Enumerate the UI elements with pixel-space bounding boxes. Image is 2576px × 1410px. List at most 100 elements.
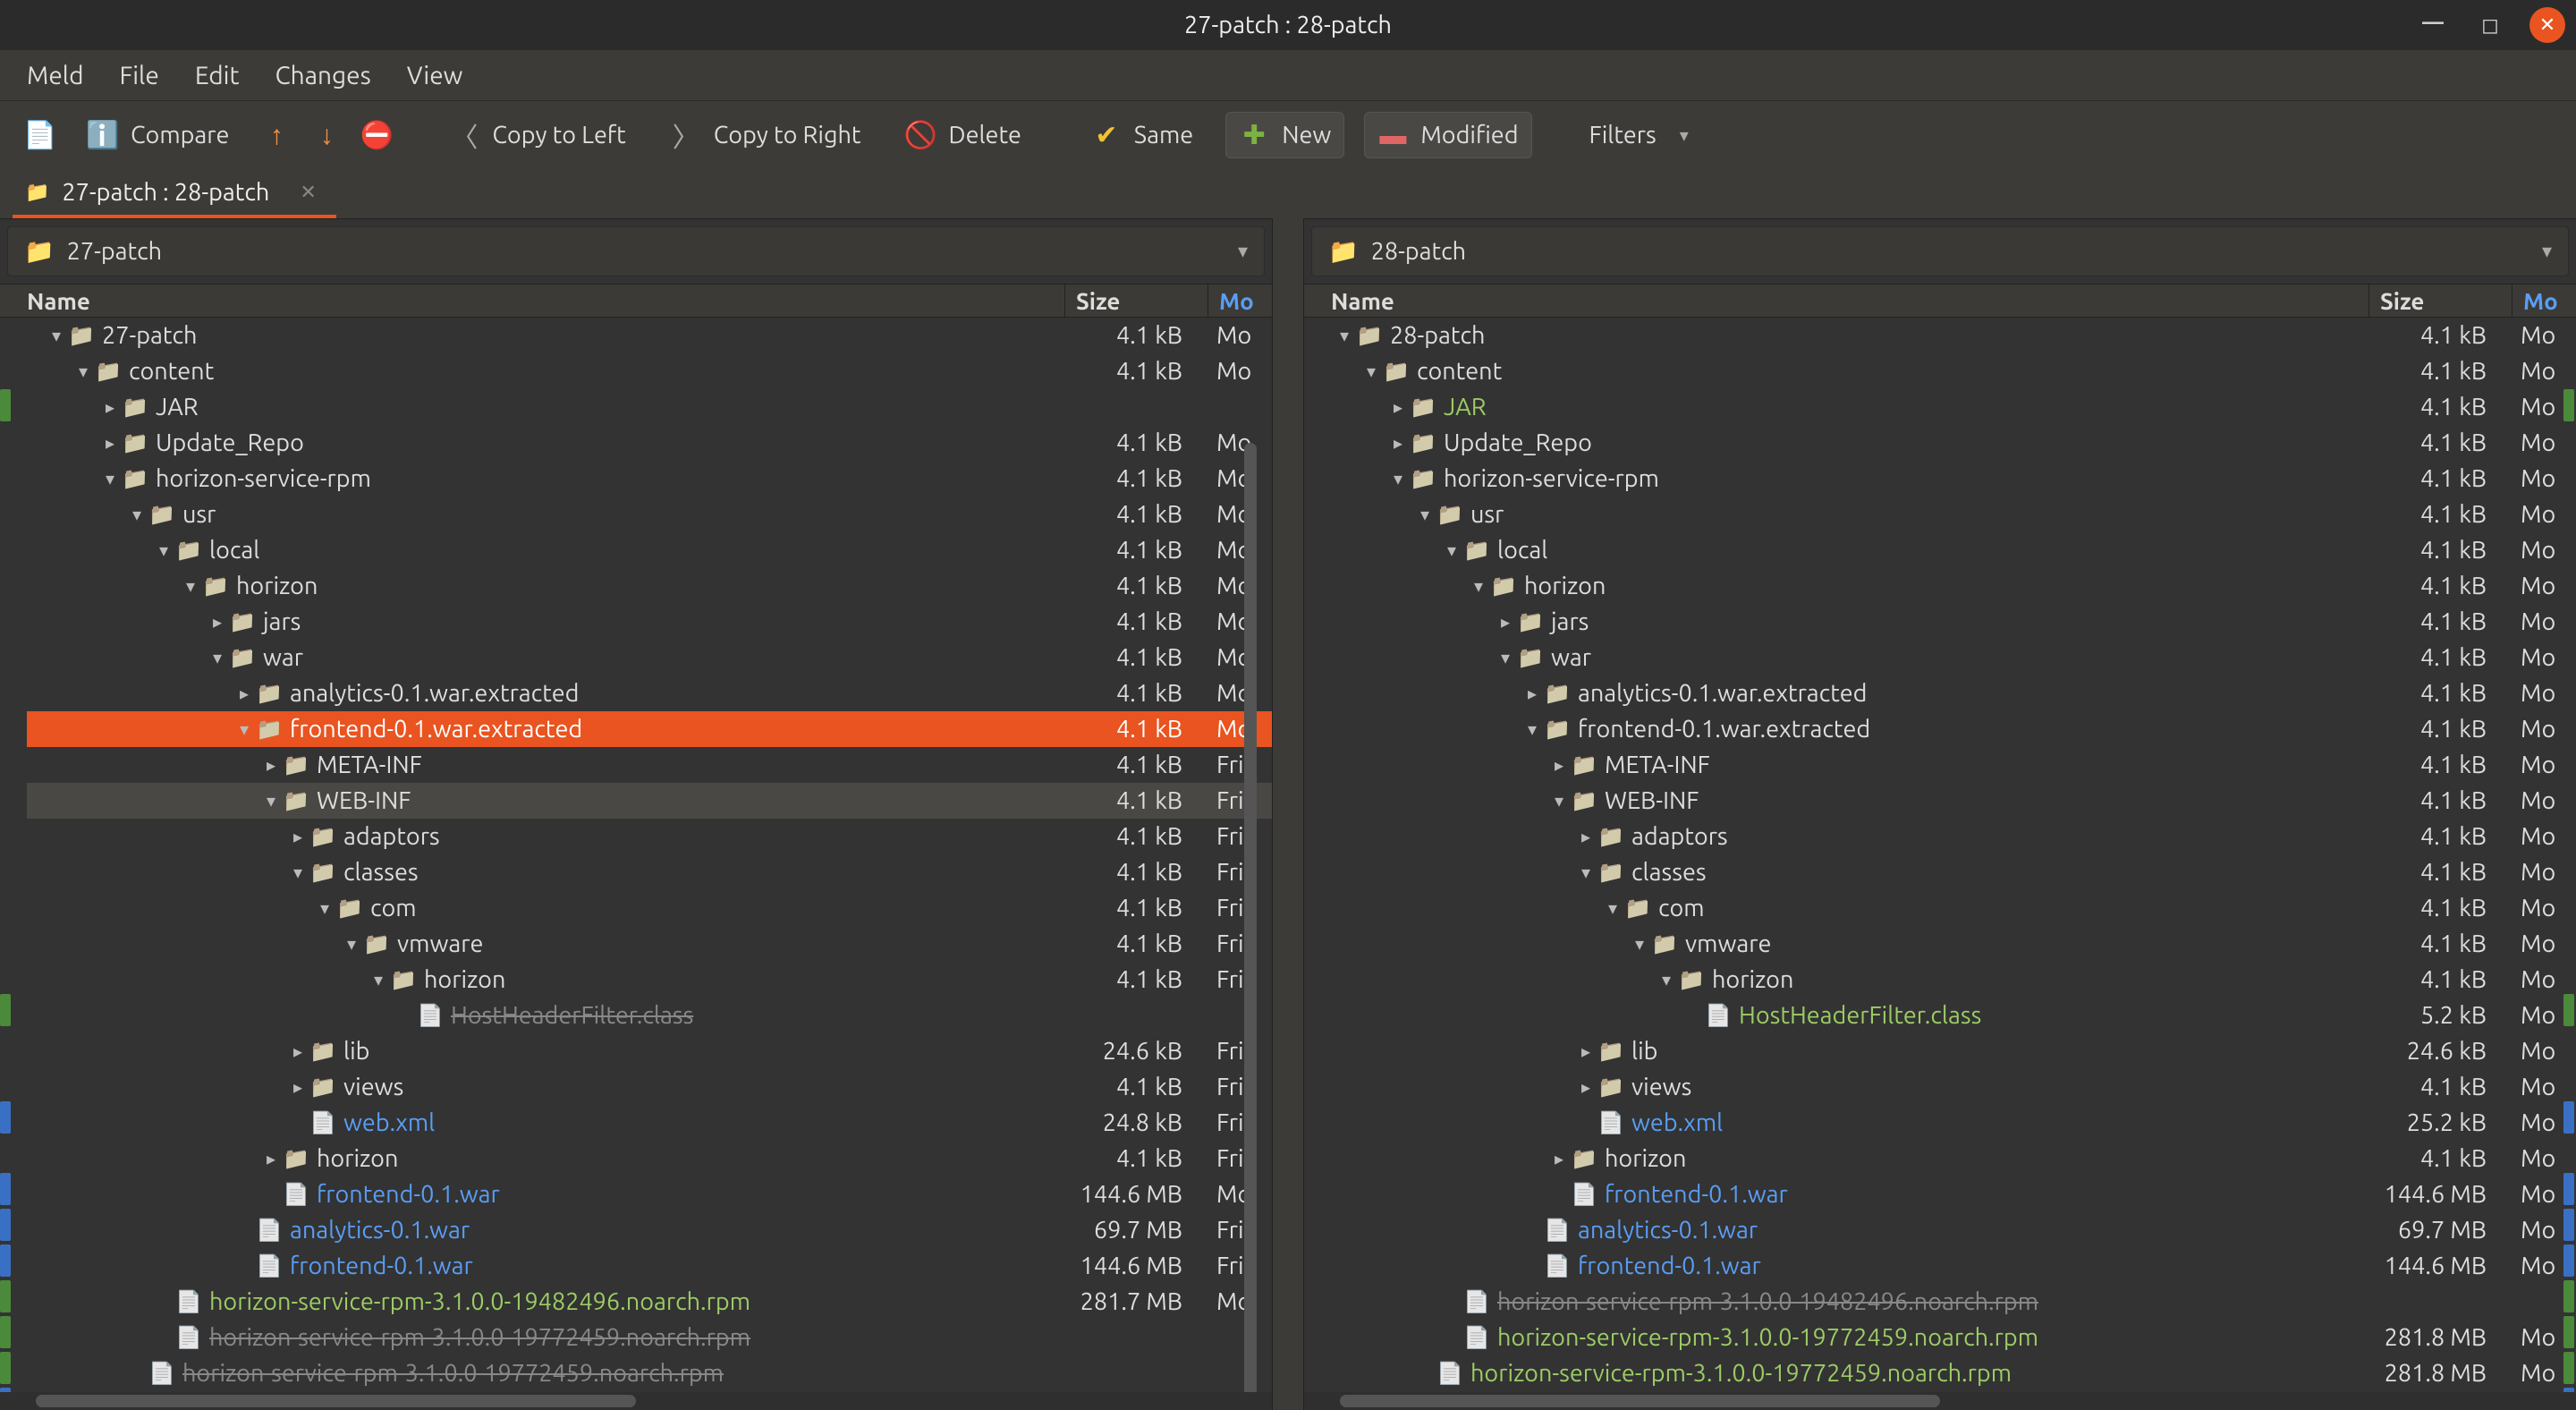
tree-file-row[interactable]: horizon-service-rpm-3.1.0.0-19772459.noa… [1315, 1355, 2576, 1391]
tree-folder-row[interactable]: ▾horizon4.1 kBMo [1315, 962, 2576, 998]
col-name[interactable]: Name [0, 285, 1064, 317]
expand-closed-icon[interactable]: ▸ [259, 747, 283, 783]
tree-folder-row[interactable]: ▾local4.1 kBMo [1315, 532, 2576, 568]
tree-file-row[interactable]: horizon-service-rpm-3.1.0.0-19772459.noa… [27, 1320, 1272, 1355]
tree-file-row[interactable]: frontend-0.1.war144.6 MBFri [27, 1248, 1272, 1284]
right-tree[interactable]: ▾28-patch4.1 kBMo▾content4.1 kBMo▸JAR4.1… [1304, 318, 2576, 1410]
expand-open-icon[interactable]: ▾ [125, 497, 148, 532]
copy-right-button[interactable]: 〉 Copy to Right [658, 113, 874, 157]
tree-file-row[interactable]: frontend-0.1.war144.6 MBMo [1315, 1176, 2576, 1212]
expand-open-icon[interactable]: ▾ [1547, 783, 1571, 819]
tree-folder-row[interactable]: ▾WEB-INF4.1 kBMo [1315, 783, 2576, 819]
menu-meld[interactable]: Meld [13, 56, 98, 95]
expand-closed-icon[interactable]: ▸ [259, 1141, 283, 1176]
tree-file-row[interactable]: analytics-0.1.war69.7 MBMo [1315, 1212, 2576, 1248]
expand-open-icon[interactable]: ▾ [1440, 532, 1463, 568]
tree-file-row[interactable]: analytics-0.1.war69.7 MBFri [27, 1212, 1272, 1248]
tree-file-row[interactable]: web.xml25.2 kBMo [1315, 1105, 2576, 1141]
expand-closed-icon[interactable]: ▸ [1574, 1069, 1597, 1105]
compare-button[interactable]: ℹ️ Compare [75, 113, 242, 157]
expand-closed-icon[interactable]: ▸ [286, 1033, 309, 1069]
tree-folder-row[interactable]: ▸horizon4.1 kBMo [1315, 1141, 2576, 1176]
left-column-header[interactable]: Name Size Mo [0, 284, 1272, 318]
expand-closed-icon[interactable]: ▸ [1521, 675, 1544, 711]
tree-folder-row[interactable]: ▸analytics-0.1.war.extracted4.1 kBMo [27, 675, 1272, 711]
tree-folder-row[interactable]: ▸horizon4.1 kBFri [27, 1141, 1272, 1176]
col-size[interactable]: Size [2368, 285, 2512, 317]
tree-folder-row[interactable]: ▾horizon-service-rpm4.1 kBMo [1315, 461, 2576, 497]
tree-folder-row[interactable]: ▾classes4.1 kBMo [1315, 854, 2576, 890]
next-change-icon[interactable]: ↓ [311, 120, 342, 150]
tree-folder-row[interactable]: ▸jars4.1 kBMo [27, 604, 1272, 640]
expand-open-icon[interactable]: ▾ [1360, 353, 1383, 389]
tree-folder-row[interactable]: ▾WEB-INF4.1 kBFri [27, 783, 1272, 819]
expand-closed-icon[interactable]: ▸ [1547, 1141, 1571, 1176]
tree-folder-row[interactable]: ▸Update_Repo4.1 kBMo [27, 425, 1272, 461]
tree-folder-row[interactable]: ▾local4.1 kBMo [27, 532, 1272, 568]
tree-folder-row[interactable]: ▾classes4.1 kBFri [27, 854, 1272, 890]
tree-folder-row[interactable]: ▸views4.1 kBFri [27, 1069, 1272, 1105]
col-modified[interactable]: Mo [2512, 285, 2576, 317]
filter-modified-toggle[interactable]: ▬ Modified [1364, 112, 1531, 158]
expand-open-icon[interactable]: ▾ [72, 353, 95, 389]
tree-folder-row[interactable]: ▾horizon4.1 kBMo [1315, 568, 2576, 604]
tree-folder-row[interactable]: ▸lib24.6 kBMo [1315, 1033, 2576, 1069]
comparison-tab[interactable]: 📁 27-patch : 28-patch ✕ [13, 170, 336, 218]
tree-folder-row[interactable]: ▾horizon-service-rpm4.1 kBMo [27, 461, 1272, 497]
tree-folder-row[interactable]: ▸JAR4.1 kBMo [1315, 389, 2576, 425]
col-modified[interactable]: Mo [1208, 285, 1272, 317]
menu-view[interactable]: View [393, 56, 478, 95]
expand-closed-icon[interactable]: ▸ [286, 1069, 309, 1105]
expand-closed-icon[interactable]: ▸ [233, 675, 256, 711]
tree-file-row[interactable]: horizon-service-rpm-3.1.0.0-19482496.noa… [27, 1284, 1272, 1320]
tree-folder-row[interactable]: ▾28-patch4.1 kBMo [1315, 318, 2576, 353]
expand-closed-icon[interactable]: ▸ [1547, 747, 1571, 783]
expand-closed-icon[interactable]: ▸ [1386, 425, 1410, 461]
tree-file-row[interactable]: horizon-service-rpm-3.1.0.0-19482496.noa… [1315, 1284, 2576, 1320]
expand-open-icon[interactable]: ▾ [1574, 854, 1597, 890]
tree-folder-row[interactable]: ▸lib24.6 kBFri [27, 1033, 1272, 1069]
tree-file-row[interactable]: HostHeaderFilter.class5.2 kBMo [1315, 998, 2576, 1033]
tree-folder-row[interactable]: ▸META-INF4.1 kBMo [1315, 747, 2576, 783]
expand-closed-icon[interactable]: ▸ [206, 604, 229, 640]
col-name[interactable]: Name [1304, 285, 2368, 317]
expand-open-icon[interactable]: ▾ [1655, 962, 1678, 998]
expand-open-icon[interactable]: ▾ [1386, 461, 1410, 497]
prev-change-icon[interactable]: ↑ [261, 120, 292, 150]
expand-open-icon[interactable]: ▾ [259, 783, 283, 819]
expand-open-icon[interactable]: ▾ [1628, 926, 1651, 962]
filter-new-toggle[interactable]: ✚ New [1225, 112, 1344, 158]
tree-folder-row[interactable]: ▾war4.1 kBMo [1315, 640, 2576, 675]
window-maximize-button[interactable] [2472, 7, 2508, 43]
menu-file[interactable]: File [106, 56, 174, 95]
tree-file-row[interactable]: HostHeaderFilter.class [27, 998, 1272, 1033]
filter-same-toggle[interactable]: ✔ Same [1079, 113, 1206, 157]
tree-folder-row[interactable]: ▸adaptors4.1 kBMo [1315, 819, 2576, 854]
expand-open-icon[interactable]: ▾ [1494, 640, 1517, 675]
window-close-button[interactable] [2529, 7, 2565, 43]
tree-folder-row[interactable]: ▾com4.1 kBFri [27, 890, 1272, 926]
expand-open-icon[interactable]: ▾ [286, 854, 309, 890]
tree-folder-row[interactable]: ▾usr4.1 kBMo [27, 497, 1272, 532]
left-horizontal-scrollbar[interactable] [0, 1392, 1272, 1410]
tree-folder-row[interactable]: ▾war4.1 kBMo [27, 640, 1272, 675]
expand-open-icon[interactable]: ▾ [1413, 497, 1436, 532]
expand-open-icon[interactable]: ▾ [340, 926, 363, 962]
expand-open-icon[interactable]: ▾ [1467, 568, 1490, 604]
tree-folder-row[interactable]: ▾usr4.1 kBMo [1315, 497, 2576, 532]
tree-folder-row[interactable]: ▾frontend-0.1.war.extracted4.1 kBMo [27, 711, 1272, 747]
expand-open-icon[interactable]: ▾ [1601, 890, 1624, 926]
expand-open-icon[interactable]: ▾ [152, 532, 175, 568]
expand-open-icon[interactable]: ▾ [233, 711, 256, 747]
tree-folder-row[interactable]: ▾horizon4.1 kBFri [27, 962, 1272, 998]
left-path-selector[interactable]: 📁 27-patch ▾ [7, 226, 1265, 276]
expand-open-icon[interactable]: ▾ [313, 890, 336, 926]
tree-folder-row[interactable]: ▸views4.1 kBMo [1315, 1069, 2576, 1105]
tree-folder-row[interactable]: ▸Update_Repo4.1 kBMo [1315, 425, 2576, 461]
right-column-header[interactable]: Name Size Mo [1304, 284, 2576, 318]
tree-folder-row[interactable]: ▸jars4.1 kBMo [1315, 604, 2576, 640]
expand-open-icon[interactable]: ▾ [1333, 318, 1356, 353]
tree-folder-row[interactable]: ▾com4.1 kBMo [1315, 890, 2576, 926]
expand-closed-icon[interactable]: ▸ [1574, 1033, 1597, 1069]
tree-folder-row[interactable]: ▾horizon4.1 kBMo [27, 568, 1272, 604]
